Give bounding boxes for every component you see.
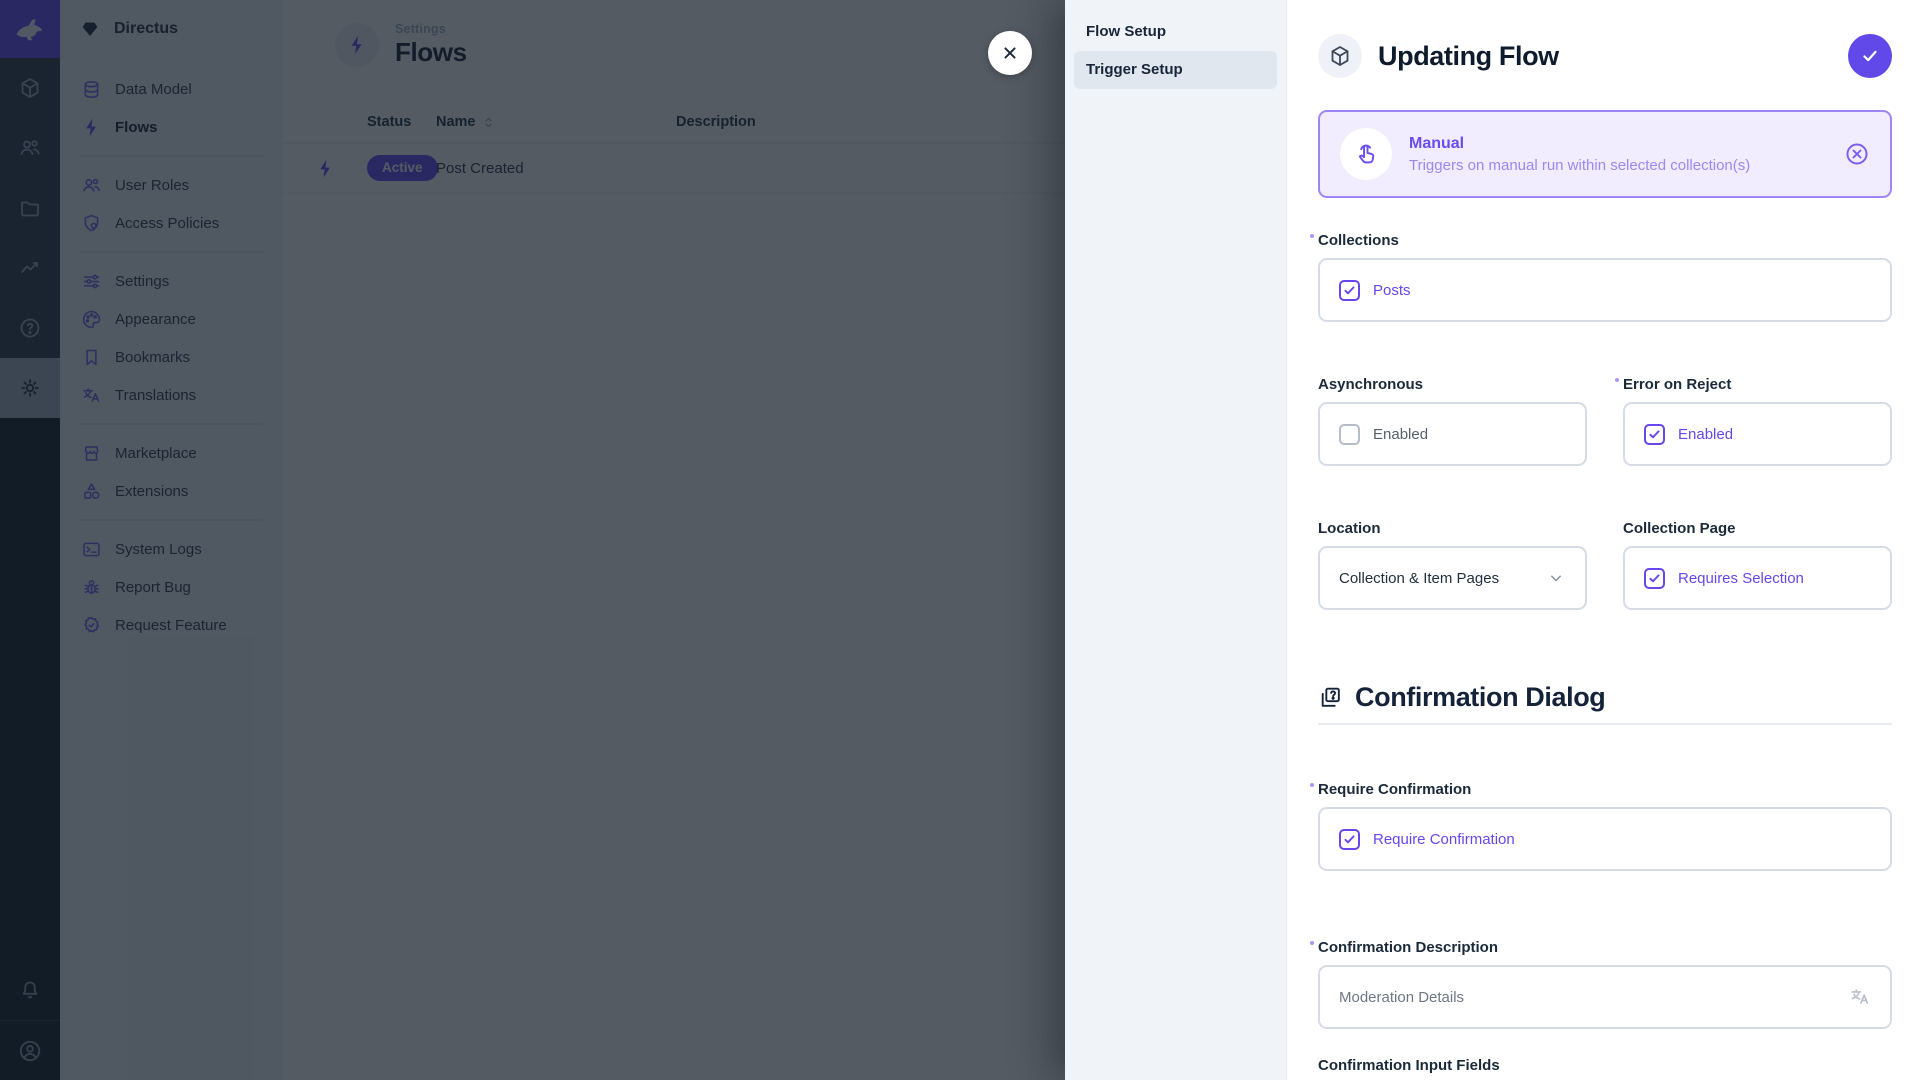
deselect-trigger-button[interactable] bbox=[1844, 141, 1870, 167]
option-label[interactable]: Posts bbox=[1373, 282, 1411, 299]
manual-trigger-icon-circle bbox=[1340, 128, 1392, 180]
checkbox-requires-selection[interactable] bbox=[1644, 568, 1665, 589]
trigger-type-card[interactable]: Manual Triggers on manual run within sel… bbox=[1318, 110, 1892, 198]
required-dot bbox=[1310, 234, 1314, 238]
select-value: Collection & Item Pages bbox=[1339, 570, 1499, 587]
checkbox-posts[interactable] bbox=[1339, 280, 1360, 301]
tab-trigger-setup[interactable]: Trigger Setup bbox=[1074, 51, 1277, 89]
field-label: Asynchronous bbox=[1318, 376, 1423, 393]
field-label: Require Confirmation bbox=[1318, 781, 1471, 798]
save-button[interactable] bbox=[1848, 34, 1892, 78]
drawer-header: Updating Flow bbox=[1318, 32, 1892, 80]
option-label[interactable]: Enabled bbox=[1373, 426, 1428, 443]
section-confirmation-dialog: Confirmation Dialog bbox=[1318, 682, 1892, 713]
box-icon bbox=[1328, 44, 1352, 68]
field-label: Collections bbox=[1318, 232, 1399, 249]
drawer-title-icon-circle bbox=[1318, 34, 1362, 78]
translate-icon[interactable] bbox=[1849, 986, 1871, 1008]
location-row: Location Collection & Item Pages Collect… bbox=[1318, 518, 1892, 610]
option-label[interactable]: Requires Selection bbox=[1678, 570, 1804, 587]
collections-options-box: Posts bbox=[1318, 258, 1892, 322]
checkbox-asynchronous[interactable] bbox=[1339, 424, 1360, 445]
required-dot bbox=[1310, 941, 1314, 945]
directus-app: Directus Data Model Flows User Roles Acc… bbox=[0, 0, 1920, 1080]
option-label[interactable]: Require Confirmation bbox=[1373, 831, 1515, 848]
field-label: Confirmation Input Fields bbox=[1318, 1057, 1500, 1074]
option-label[interactable]: Enabled bbox=[1678, 426, 1733, 443]
confirmation-description-input[interactable]: Moderation Details bbox=[1318, 965, 1892, 1029]
async-row: Asynchronous Enabled Error on Reject Ena… bbox=[1318, 374, 1892, 466]
close-drawer-button[interactable] bbox=[988, 31, 1032, 75]
field-require-confirmation: Require Confirmation Require Confirmatio… bbox=[1318, 779, 1892, 871]
field-label: Location bbox=[1318, 520, 1381, 537]
section-title: Confirmation Dialog bbox=[1355, 682, 1605, 713]
required-dot bbox=[1615, 378, 1619, 382]
field-collections: Collections Posts bbox=[1318, 230, 1892, 322]
input-value: Moderation Details bbox=[1339, 989, 1464, 1006]
field-confirmation-input-fields: Confirmation Input Fields bbox=[1318, 1055, 1892, 1080]
flow-drawer: Flow Setup Trigger Setup Updating Flow M… bbox=[1065, 0, 1920, 1080]
field-confirmation-description: Confirmation Description Moderation Deta… bbox=[1318, 937, 1892, 1029]
field-label: Confirmation Description bbox=[1318, 939, 1498, 956]
chevron-down-icon bbox=[1546, 568, 1566, 588]
close-icon bbox=[999, 42, 1021, 64]
checkbox-require-confirmation[interactable] bbox=[1339, 829, 1360, 850]
field-error-on-reject: Error on Reject Enabled bbox=[1623, 374, 1892, 466]
drawer-main: Updating Flow Manual Triggers on manual … bbox=[1287, 0, 1920, 1080]
drawer-nav: Flow Setup Trigger Setup bbox=[1065, 0, 1287, 1080]
tab-flow-setup[interactable]: Flow Setup bbox=[1074, 13, 1277, 51]
modal-overlay[interactable] bbox=[0, 0, 1065, 1080]
location-select[interactable]: Collection & Item Pages bbox=[1318, 546, 1587, 610]
section-divider bbox=[1318, 723, 1892, 725]
field-asynchronous: Asynchronous Enabled bbox=[1318, 374, 1587, 466]
field-location: Location Collection & Item Pages bbox=[1318, 518, 1587, 610]
field-collection-page: Collection Page Requires Selection bbox=[1623, 518, 1892, 610]
drawer-title: Updating Flow bbox=[1378, 41, 1559, 72]
touch-app-icon bbox=[1353, 141, 1379, 167]
required-dot bbox=[1310, 783, 1314, 787]
checkbox-error-on-reject[interactable] bbox=[1644, 424, 1665, 445]
field-label: Collection Page bbox=[1623, 520, 1736, 537]
trigger-card-subtitle: Triggers on manual run within selected c… bbox=[1409, 157, 1750, 174]
field-label: Error on Reject bbox=[1623, 376, 1731, 393]
trigger-card-title: Manual bbox=[1409, 135, 1750, 153]
dialog-question-icon bbox=[1318, 685, 1343, 710]
check-icon bbox=[1859, 45, 1881, 67]
